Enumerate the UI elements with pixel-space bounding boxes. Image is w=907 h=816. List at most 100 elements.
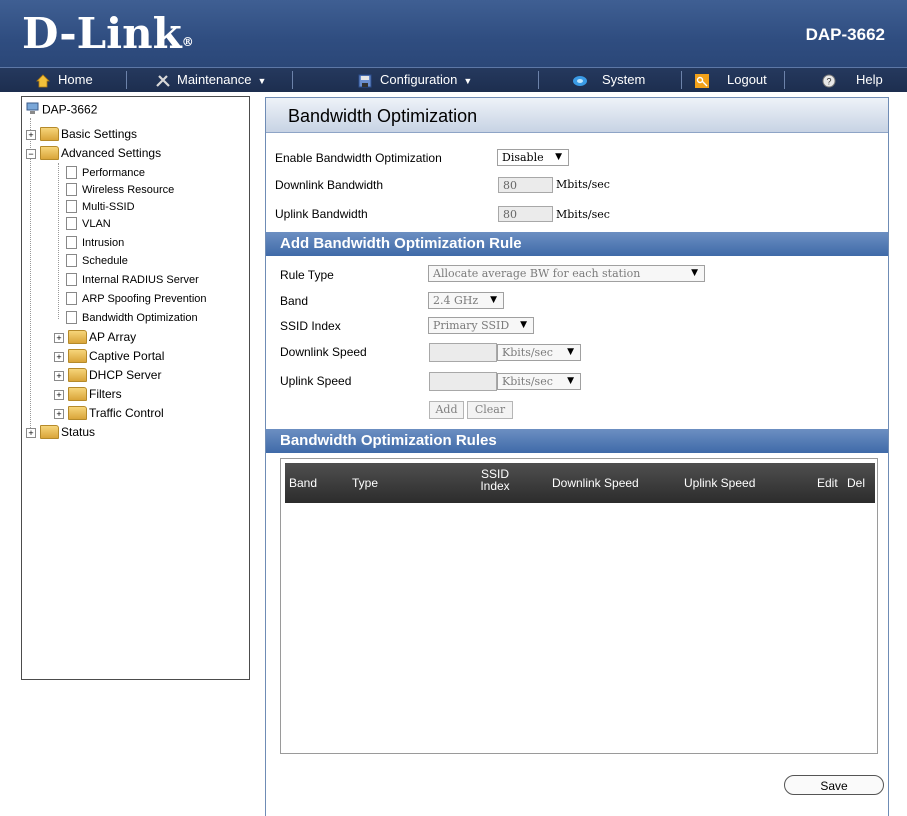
col-ssid-index-bottom: Index <box>480 479 510 493</box>
menu-system-label: System <box>602 72 646 87</box>
tree-item-filters[interactable]: + Filters <box>54 386 122 402</box>
page-icon <box>66 182 77 196</box>
rule-type-label: Rule Type <box>280 268 334 282</box>
expand-icon[interactable]: + <box>54 352 64 362</box>
tree-item-captive-portal[interactable]: + Captive Portal <box>54 348 164 364</box>
menu-system[interactable]: System <box>572 68 645 92</box>
menu-maintenance[interactable]: Maintenance ▼ <box>155 68 266 92</box>
tree-item-intrusion[interactable]: Intrusion <box>66 235 124 251</box>
chevron-down-icon: ▼ <box>520 320 527 330</box>
page-icon <box>66 310 77 324</box>
menu-home[interactable]: Home <box>36 68 93 92</box>
tree-item-wireless-resource[interactable]: Wireless Resource <box>66 182 175 198</box>
downlink-bw-input[interactable]: 80 <box>498 177 553 193</box>
page-icon <box>66 235 77 249</box>
page-icon <box>66 216 77 230</box>
tree-item-internal-radius[interactable]: Internal RADIUS Server <box>66 272 199 288</box>
tree-label: DHCP Server <box>89 368 162 382</box>
page-icon <box>66 165 77 179</box>
tree-root-label: DAP-3662 <box>42 102 98 117</box>
home-icon <box>36 72 52 87</box>
tree-item-traffic-control[interactable]: + Traffic Control <box>54 405 164 421</box>
tree-item-schedule[interactable]: Schedule <box>66 253 128 269</box>
rule-type-select[interactable]: Allocate average BW for each station ▼ <box>428 265 705 282</box>
tree-item-ap-array[interactable]: + AP Array <box>54 329 136 345</box>
folder-icon <box>40 424 59 439</box>
menu-logout[interactable]: Logout <box>695 68 767 92</box>
menu-divider <box>126 71 127 89</box>
menu-help[interactable]: ? Help <box>822 68 883 92</box>
rule-type-value: Allocate average BW for each station <box>433 267 641 280</box>
navigation-tree: DAP-3662 + Basic Settings − Advanced Set… <box>21 96 250 680</box>
tools-icon <box>155 72 171 87</box>
tree-item-vlan[interactable]: VLAN <box>66 216 111 232</box>
band-select[interactable]: 2.4 GHz ▼ <box>428 292 504 309</box>
enable-bw-select[interactable]: Disable ▼ <box>497 149 569 166</box>
expand-icon[interactable]: + <box>54 409 64 419</box>
uplink-speed-input[interactable] <box>429 372 497 391</box>
menu-divider <box>681 71 682 89</box>
save-button[interactable]: Save <box>784 775 884 795</box>
downlink-bw-unit: Mbits/sec <box>556 178 610 191</box>
rules-table: Band Type SSID Index Downlink Speed Uplin… <box>280 458 878 754</box>
uplink-speed-unit-select[interactable]: Kbits/sec ▼ <box>497 373 581 390</box>
tree-item-performance[interactable]: Performance <box>66 165 145 181</box>
chevron-down-icon: ▼ <box>567 376 574 386</box>
expand-icon[interactable]: + <box>26 428 36 438</box>
downlink-speed-unit-select[interactable]: Kbits/sec ▼ <box>497 344 581 361</box>
expand-icon[interactable]: + <box>54 333 64 343</box>
tree-item-status[interactable]: + Status <box>26 424 95 440</box>
downlink-speed-input[interactable] <box>429 343 497 362</box>
folder-icon <box>68 386 87 401</box>
expand-icon[interactable]: + <box>54 371 64 381</box>
rules-section-header: Bandwidth Optimization Rules <box>266 429 888 453</box>
clear-rule-button[interactable]: Clear <box>467 401 513 419</box>
tree-item-dhcp-server[interactable]: + DHCP Server <box>54 367 162 383</box>
top-menu-bar: Home Maintenance ▼ Configuration ▼ System … <box>0 67 907 92</box>
tree-item-bandwidth-optimization[interactable]: Bandwidth Optimization <box>66 310 198 326</box>
network-icon <box>572 72 588 86</box>
menu-configuration[interactable]: Configuration ▼ <box>358 68 472 92</box>
tree-item-multi-ssid[interactable]: Multi-SSID <box>66 199 135 215</box>
collapse-icon[interactable]: − <box>26 149 36 159</box>
folder-icon <box>68 405 87 420</box>
tree-item-arp-spoofing[interactable]: ARP Spoofing Prevention <box>66 291 207 307</box>
tree-label: Bandwidth Optimization <box>82 312 198 324</box>
col-type: Type <box>352 476 379 490</box>
ssid-index-label: SSID Index <box>280 319 341 333</box>
tree-label: Wireless Resource <box>82 184 175 196</box>
ssid-index-value: Primary SSID <box>433 319 510 332</box>
expand-icon[interactable]: + <box>26 130 36 140</box>
col-edit: Edit <box>817 476 838 490</box>
band-label: Band <box>280 294 309 308</box>
key-icon <box>695 72 711 88</box>
add-rule-button[interactable]: Add <box>429 401 464 419</box>
page-icon <box>66 291 77 305</box>
folder-icon <box>68 367 87 382</box>
folder-icon <box>68 329 87 344</box>
ssid-index-select[interactable]: Primary SSID ▼ <box>428 317 534 334</box>
tree-label: ARP Spoofing Prevention <box>82 293 207 305</box>
expand-icon[interactable]: + <box>54 390 64 400</box>
tree-item-basic-settings[interactable]: + Basic Settings <box>26 126 137 142</box>
enable-bw-label: Enable Bandwidth Optimization <box>275 151 442 165</box>
open-folder-icon <box>40 145 59 160</box>
col-band: Band <box>289 476 318 490</box>
tree-label: Advanced Settings <box>61 146 162 160</box>
tree-item-advanced-settings[interactable]: − Advanced Settings <box>26 145 162 161</box>
folder-icon <box>68 348 87 363</box>
chevron-down-icon: ▼ <box>257 76 267 86</box>
uplink-bw-input[interactable]: 80 <box>498 206 553 222</box>
tree-label: Filters <box>89 387 122 401</box>
tree-root-device[interactable]: DAP-3662 <box>26 102 97 117</box>
page-icon <box>66 199 77 213</box>
uplink-bw-unit: Mbits/sec <box>556 208 610 221</box>
enable-bw-value: Disable <box>502 151 544 164</box>
header-banner: D-Link® DAP-3662 <box>0 0 907 67</box>
downlink-bw-label: Downlink Bandwidth <box>275 178 384 192</box>
tree-guide-line <box>58 163 59 319</box>
model-name: DAP-3662 <box>805 25 885 44</box>
menu-divider <box>538 71 539 89</box>
tree-guide-line <box>30 118 31 438</box>
page-title-bar: Bandwidth Optimization <box>266 98 888 133</box>
